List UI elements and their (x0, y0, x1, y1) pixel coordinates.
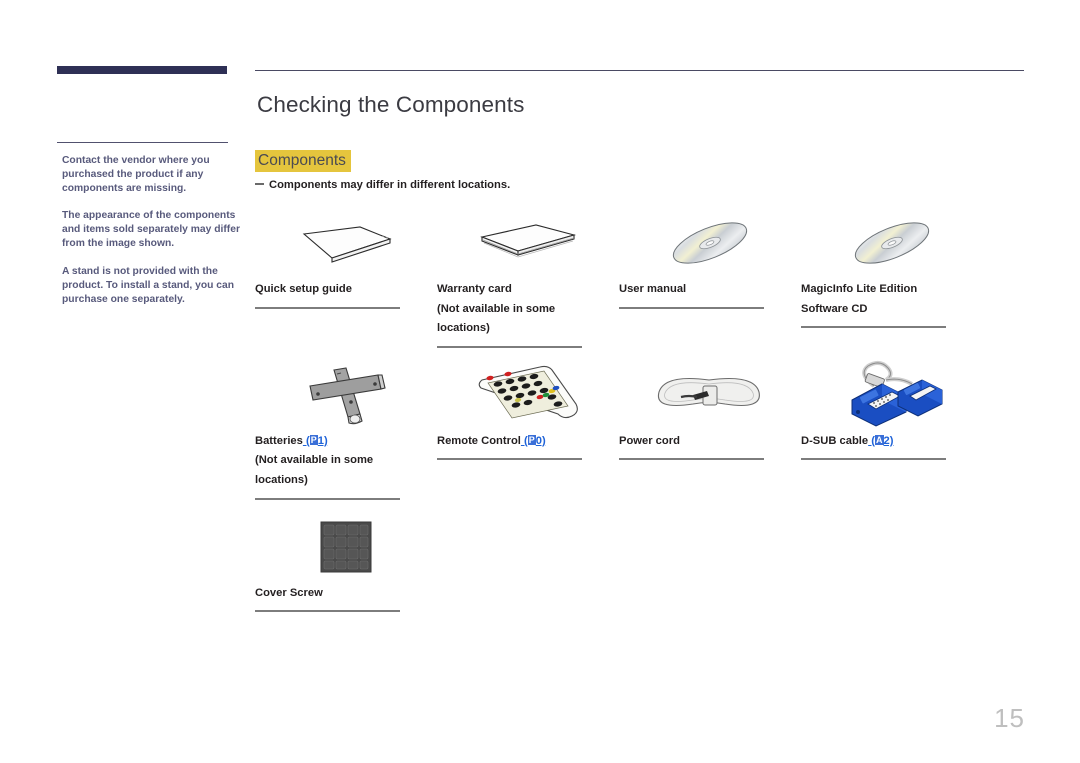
batteries-icon (255, 364, 437, 426)
page-title: Checking the Components (257, 92, 525, 117)
component-row: Cover Screw (255, 516, 1025, 613)
magicinfo-cd-icon (801, 212, 983, 274)
component-grid: Quick setup guide Warranty card (Not avai… (255, 212, 1025, 613)
component-label: Remote Control (P0) (437, 434, 546, 447)
component-divider (801, 458, 946, 461)
magicinfo-cd-icon (854, 222, 930, 264)
component-label: Quick setup guide (255, 283, 352, 295)
component-cell: MagicInfo Lite Edition Software CD (801, 212, 983, 329)
quick-setup-guide-icon (302, 226, 392, 263)
header-rule (255, 70, 1024, 71)
warranty-card-icon (437, 212, 619, 274)
dash-bullet-icon (255, 183, 264, 185)
component-cell: Remote Control (P0) (437, 364, 619, 461)
component-cell: Quick setup guide (255, 212, 437, 309)
component-label: User manual (619, 283, 687, 295)
page-ref-icon: A (875, 434, 884, 445)
section-note-text: Components may differ in different locat… (269, 179, 511, 192)
component-divider (437, 458, 582, 461)
component-sublabel: (Not available in some locations) (437, 302, 556, 335)
component-cell: Batteries (P1) (Not available in some loc… (255, 364, 437, 500)
component-label: Power cord (619, 434, 680, 447)
component-cell: User manual (619, 212, 801, 309)
component-divider (255, 610, 400, 613)
user-manual-cd-icon (619, 212, 801, 274)
sidebar-note-2: The appearance of the components and ite… (62, 210, 240, 250)
power-cord-icon (657, 377, 760, 406)
cover-screw-icon (320, 521, 372, 573)
component-divider (619, 458, 764, 461)
cross-reference-link[interactable]: (P1) (303, 434, 328, 447)
quick-setup-guide-icon (255, 212, 437, 274)
section-heading: Components (255, 150, 351, 173)
page-ref-icon: P (527, 434, 536, 445)
component-divider (619, 306, 764, 309)
component-cell: D-SUB cable (A2) (801, 360, 983, 461)
batteries-icon (309, 367, 386, 424)
component-label: D-SUB cable (A2) (801, 434, 894, 447)
header-accent-bar (57, 66, 227, 74)
section-note: Components may differ in different locat… (255, 178, 1025, 193)
sidebar-divider (57, 142, 228, 143)
d-sub-cable-icon (801, 360, 983, 427)
component-row: Quick setup guide Warranty card (Not avai… (255, 212, 1025, 348)
component-divider (255, 306, 400, 309)
sidebar-note-1: Contact the vendor where you purchased t… (62, 155, 210, 195)
component-cell: Warranty card (Not available in some loca… (437, 212, 619, 348)
sidebar: Contact the vendor where you purchased t… (57, 142, 240, 307)
sidebar-note-3: A stand is not provided with the product… (62, 265, 235, 305)
component-divider (801, 326, 946, 329)
component-row: Batteries (P1) (Not available in some loc… (255, 360, 1025, 500)
remote-control-icon (437, 364, 619, 426)
remote-control-icon (478, 365, 578, 419)
component-label: Batteries (P1) (255, 434, 328, 447)
component-label: Warranty card (437, 283, 512, 295)
d-sub-cable-icon (851, 360, 943, 427)
cross-reference-link[interactable]: (A2) (868, 434, 893, 447)
warranty-card-icon (480, 224, 577, 258)
component-divider (255, 497, 400, 500)
cross-reference-link[interactable]: (P0) (521, 434, 546, 447)
cover-screw-icon (255, 516, 437, 578)
component-label: MagicInfo Lite Edition Software CD (801, 283, 918, 315)
power-cord-icon (619, 364, 801, 426)
component-label: Cover Screw (255, 586, 323, 599)
component-cell: Cover Screw (255, 516, 437, 613)
page-number: 15 (994, 703, 1025, 733)
component-sublabel: (Not available in some locations) (255, 454, 374, 486)
user-manual-cd-icon (672, 222, 748, 264)
component-cell: Power cord (619, 364, 801, 461)
component-divider (437, 345, 582, 348)
page-ref-icon: P (309, 434, 318, 445)
main-content: Checking the Components Components Compo… (255, 92, 1025, 193)
